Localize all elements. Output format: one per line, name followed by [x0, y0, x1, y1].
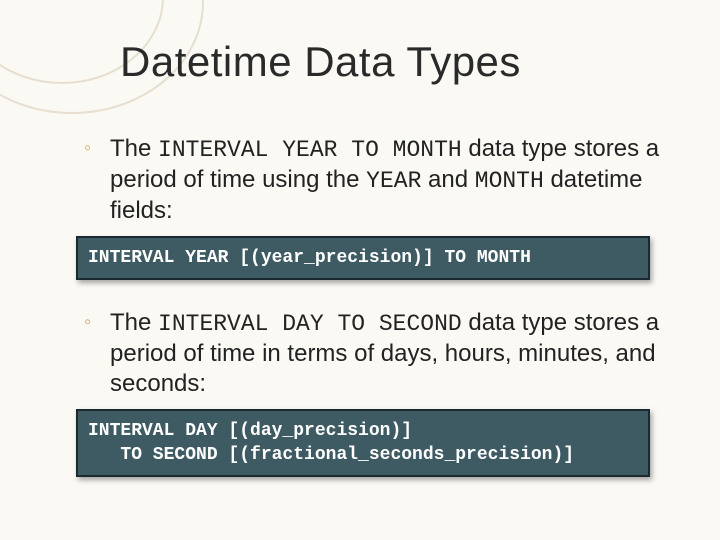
page-title: Datetime Data Types: [120, 38, 670, 86]
inline-code: INTERVAL DAY TO SECOND: [158, 311, 462, 337]
code-block: INTERVAL DAY [(day_precision)] TO SECOND…: [76, 409, 650, 478]
bullet-item: ◦ The INTERVAL DAY TO SECOND data type s…: [110, 308, 670, 399]
code-block: INTERVAL YEAR [(year_precision)] TO MONT…: [76, 236, 650, 280]
bullet-item: ◦ The INTERVAL YEAR TO MONTH data type s…: [110, 134, 670, 226]
slide: Datetime Data Types ◦ The INTERVAL YEAR …: [0, 0, 720, 540]
inline-code: MONTH: [475, 168, 544, 194]
bullet-marker: ◦: [84, 310, 91, 335]
inline-code: YEAR: [366, 168, 421, 194]
inline-code: INTERVAL YEAR TO MONTH: [158, 137, 462, 163]
bullet-text-mid: and: [421, 166, 474, 193]
bullet-text-pre: The: [110, 309, 158, 336]
bullet-marker: ◦: [84, 136, 91, 161]
bullet-text-pre: The: [110, 135, 158, 162]
